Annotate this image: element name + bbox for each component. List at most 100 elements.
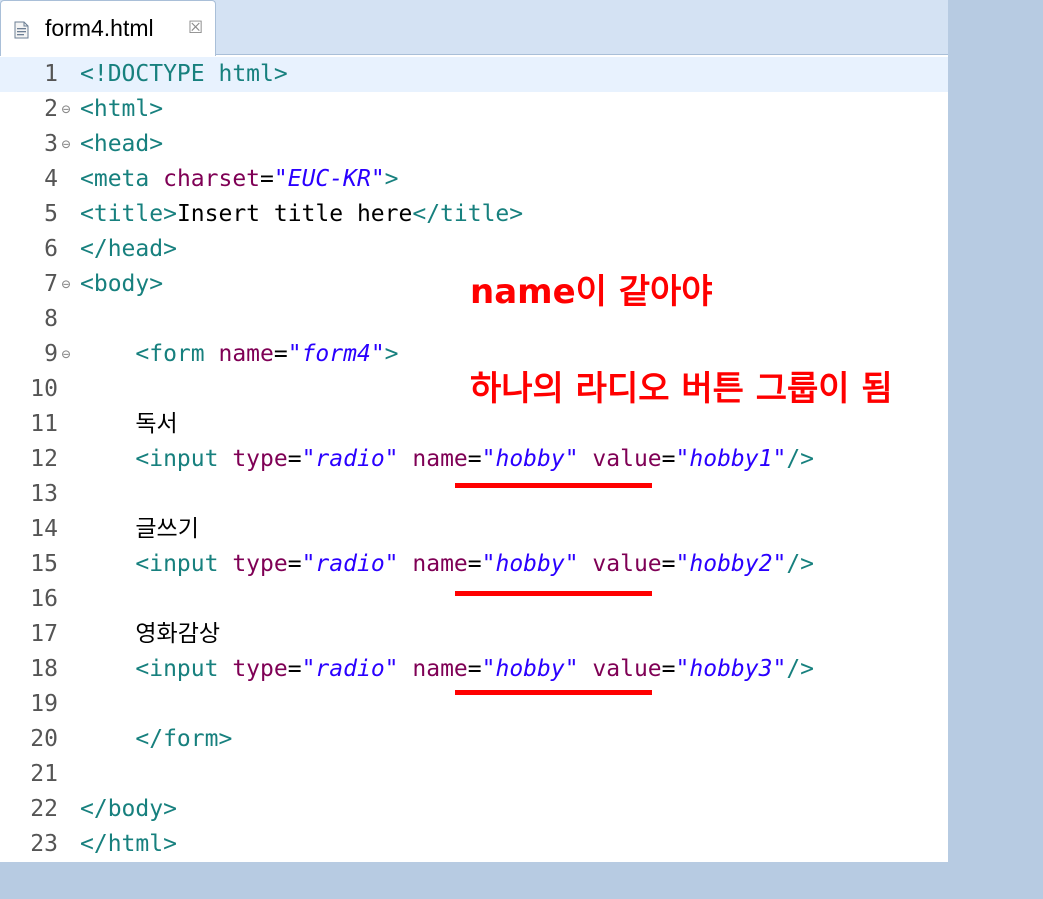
code-text[interactable]: <body> [80, 267, 163, 302]
line-number: 7 [44, 271, 58, 297]
code-token-tag: /> [786, 551, 815, 577]
code-token-tag: <html> [80, 96, 164, 122]
code-token-tag: <!DOCTYPE html> [80, 61, 288, 87]
code-token-plain: = [661, 551, 676, 577]
code-text[interactable]: 영화감상 [80, 617, 220, 652]
code-token-plain: 독서 [80, 411, 178, 437]
code-text[interactable]: <html> [80, 92, 163, 127]
code-token-attr: type [232, 446, 288, 472]
code-token-attr: value [592, 656, 662, 682]
code-line[interactable]: 4 <meta charset="EUC-KR"> [0, 162, 948, 197]
code-token-val: "hobby2" [675, 551, 787, 577]
code-token-tag: /> [786, 656, 815, 682]
line-number: 20 [30, 726, 58, 752]
code-token-plain: = [287, 446, 302, 472]
code-text[interactable]: <title>Insert title here</title> [80, 197, 523, 232]
fold-collapse-icon[interactable]: ⊖ [58, 127, 74, 162]
code-token-tag: </form> [135, 726, 233, 752]
code-text[interactable]: <!DOCTYPE html> [80, 57, 288, 92]
code-line[interactable]: 6 </head> [0, 232, 948, 267]
code-text[interactable]: <input type="radio" name="hobby" value="… [80, 652, 814, 687]
code-text[interactable]: <input type="radio" name="hobby" value="… [80, 547, 814, 582]
line-number: 2 [44, 96, 58, 122]
code-token-val: "hobby3" [675, 656, 787, 682]
code-token-plain: = [273, 341, 288, 367]
fold-collapse-icon[interactable]: ⊖ [58, 337, 74, 372]
code-text[interactable]: </form> [80, 722, 232, 757]
code-token-tag: > [384, 166, 399, 192]
code-line[interactable]: 16 [0, 582, 948, 617]
line-number: 1 [44, 61, 58, 87]
code-token-plain: = [661, 446, 676, 472]
code-text[interactable]: 독서 [80, 407, 178, 442]
code-token-attr: charset [163, 166, 261, 192]
code-text[interactable]: <meta charset="EUC-KR"> [80, 162, 399, 197]
code-text[interactable]: </body> [80, 792, 177, 827]
code-line[interactable]: 2 ⊖ <html> [0, 92, 948, 127]
line-number: 4 [44, 166, 58, 192]
fold-collapse-icon[interactable]: ⊖ [58, 92, 74, 127]
code-line[interactable]: 11 독서 [0, 407, 948, 442]
line-number: 19 [30, 691, 58, 717]
fold-collapse-icon[interactable]: ⊖ [58, 267, 74, 302]
code-token-plain: = [467, 551, 482, 577]
tab-form4-html[interactable]: form4.html ☒ [0, 0, 216, 56]
code-editor[interactable]: form4.html ☒ 1 <!DOCTYPE html> 2 ⊖ <html> 3 ⊖ <… [0, 0, 948, 862]
code-line[interactable]: 3 ⊖ <head> [0, 127, 948, 162]
annotation-line-1: name이 같아야 [470, 272, 713, 312]
code-text[interactable]: <form name="form4"> [80, 337, 398, 372]
code-token-plain: = [467, 446, 482, 472]
code-text[interactable]: <input type="radio" name="hobby" value="… [80, 442, 814, 477]
code-token-val: "form4" [287, 341, 385, 367]
code-token-attr: value [592, 551, 662, 577]
code-line[interactable]: 18 <input type="radio" name="hobby" valu… [0, 652, 948, 687]
underline-hobby-3 [455, 690, 652, 695]
code-token-tag: </title> [412, 201, 524, 227]
line-number: 9 [44, 341, 58, 367]
code-line[interactable]: 5 <title>Insert title here</title> [0, 197, 948, 232]
code-token-tag: <form [135, 341, 219, 367]
code-token-tag: <body> [80, 271, 164, 297]
code-line[interactable]: 21 [0, 757, 948, 792]
code-line[interactable]: 14 글쓰기 [0, 512, 948, 547]
line-number: 22 [30, 796, 58, 822]
code-token-plain: = [467, 656, 482, 682]
code-line[interactable]: 1 <!DOCTYPE html> [0, 57, 948, 92]
annotation-line-2: 하나의 라디오 버튼 그룹이 됨 [470, 369, 893, 409]
editor-tab-bar: form4.html ☒ [0, 0, 948, 56]
line-number: 10 [30, 376, 58, 402]
code-token-val: "hobby" [481, 446, 579, 472]
code-token-plain: = [287, 656, 302, 682]
code-token-attr: value [592, 446, 662, 472]
code-text[interactable]: <head> [80, 127, 163, 162]
code-token-plain: = [260, 166, 274, 192]
line-number: 11 [30, 411, 58, 437]
code-token-plain: = [287, 551, 302, 577]
code-area[interactable]: 1 <!DOCTYPE html> 2 ⊖ <html> 3 ⊖ <head> 4 <meta c… [0, 57, 948, 862]
code-token-attr: name [412, 446, 468, 472]
code-text[interactable]: </head> [80, 232, 177, 267]
code-line[interactable]: 23 </html> [0, 827, 948, 862]
code-token-plain: 글쓰기 [80, 516, 199, 542]
line-number: 13 [30, 481, 58, 507]
underline-hobby-2 [455, 591, 652, 596]
code-line[interactable]: 20 </form> [0, 722, 948, 757]
code-line[interactable]: 12 <input type="radio" name="hobby" valu… [0, 442, 948, 477]
code-text[interactable]: </html> [80, 827, 177, 862]
code-line[interactable]: 22 </body> [0, 792, 948, 827]
close-icon[interactable]: ☒ [188, 18, 203, 38]
code-line[interactable]: 17 영화감상 [0, 617, 948, 652]
code-token-val: "radio" [301, 446, 399, 472]
code-token-tag: </head> [80, 236, 177, 262]
line-number: 6 [44, 236, 58, 262]
line-number: 12 [30, 446, 58, 472]
code-token-tag: </html> [80, 831, 177, 857]
code-line[interactable]: 15 <input type="radio" name="hobby" valu… [0, 547, 948, 582]
line-number: 21 [30, 761, 58, 787]
code-text[interactable]: 글쓰기 [80, 512, 199, 547]
